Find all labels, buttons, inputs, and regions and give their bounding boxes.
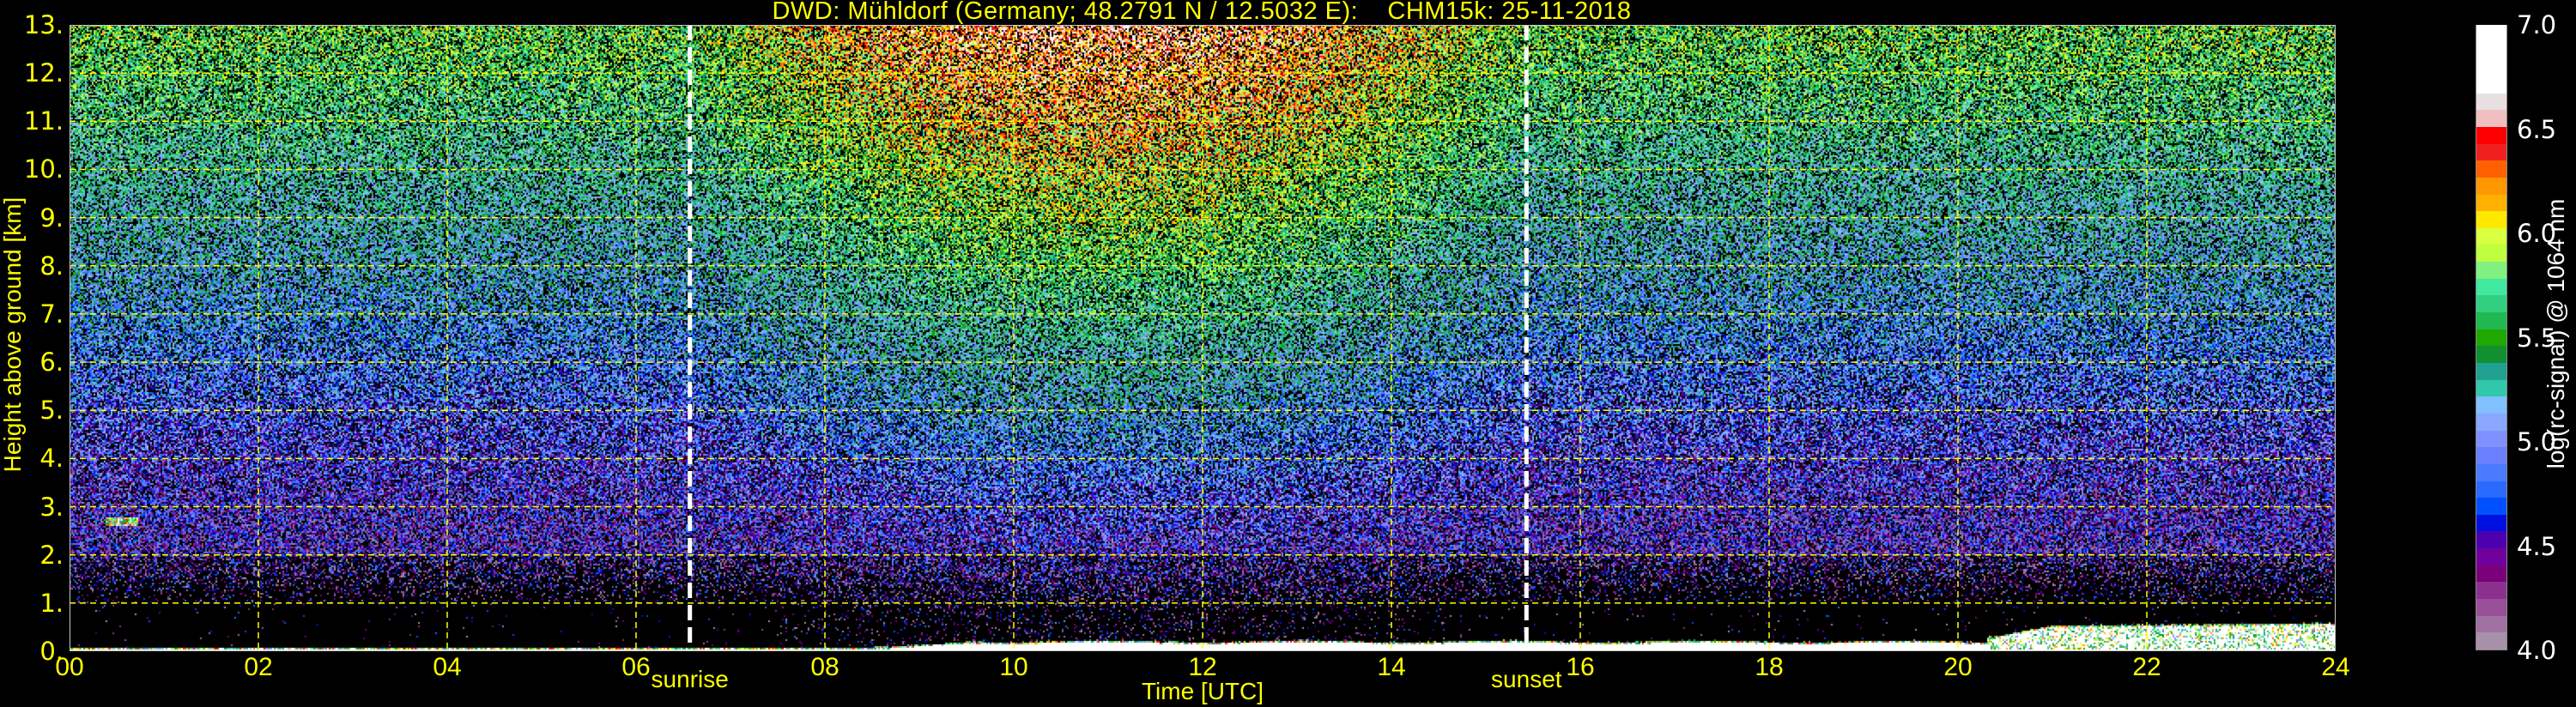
y-tick-label: 1. (39, 588, 64, 618)
x-tick-label: 18 (1755, 653, 1784, 681)
x-tick-label: 10 (999, 653, 1028, 681)
y-tick-label: 12. (23, 58, 64, 88)
colorbar-segment (2476, 462, 2506, 481)
colorbar-tick-label: 4.0 (2517, 636, 2557, 665)
colorbar-segment (2476, 293, 2506, 313)
annotation-sunset: sunset (1491, 666, 1562, 692)
colorbar-segment (2476, 193, 2506, 212)
x-tick-label: 20 (1943, 653, 1973, 681)
colorbar-segment (2476, 344, 2506, 363)
colorbar-segment (2476, 108, 2506, 127)
grid-overlay (70, 25, 2336, 651)
x-tick-label: 22 (2132, 653, 2161, 681)
x-tick-label: 02 (244, 653, 273, 681)
colorbar-segment (2476, 159, 2506, 178)
colorbar-segment (2476, 429, 2506, 448)
colorbar-segment (2476, 75, 2506, 94)
colorbar-segment (2476, 277, 2506, 296)
colorbar-segment (2476, 614, 2506, 633)
colorbar-segment (2476, 209, 2506, 228)
colorbar-segment (2476, 580, 2506, 600)
colorbar-segment (2476, 227, 2506, 245)
colorbar-segment (2476, 244, 2506, 263)
x-tick-label: 04 (433, 653, 462, 681)
colorbar-tick-label: 6.5 (2517, 114, 2557, 144)
x-tick-label: 14 (1377, 653, 1406, 681)
colorbar-segment (2476, 378, 2506, 397)
colorbar-label: log(rc-signal) @ 1064 nm (2543, 198, 2569, 469)
colorbar-segment (2476, 564, 2506, 583)
colorbar-segment (2476, 57, 2506, 76)
colorbar-segment (2476, 496, 2506, 515)
colorbar-segment (2476, 260, 2506, 279)
colorbar-segment (2476, 176, 2506, 195)
x-tick-label: 08 (810, 653, 839, 681)
colorbar-segment (2476, 631, 2506, 650)
colorbar-segment (2476, 311, 2506, 329)
colorbar-segment (2476, 547, 2506, 565)
colorbar-segment (2476, 480, 2506, 499)
colorbar-segment (2476, 142, 2506, 161)
y-axis-label: Height above ground [km] (0, 196, 26, 473)
colorbar-tick-label: 7.0 (2517, 10, 2557, 39)
colorbar-segment (2476, 24, 2506, 43)
y-tick-label: 11. (23, 106, 64, 136)
y-tick-label: 13. (23, 10, 64, 39)
colorbar-segment (2476, 125, 2506, 144)
colorbar-segment (2476, 328, 2506, 347)
x-tick-label: 24 (2321, 653, 2350, 681)
y-tick-label: 3. (39, 492, 64, 522)
x-tick-label: 00 (55, 653, 84, 681)
annotation-sunrise: sunrise (651, 666, 729, 692)
y-tick-label: 10. (23, 154, 64, 184)
colorbar-segment (2476, 92, 2506, 111)
plot-area (70, 25, 2336, 651)
colorbar-segment (2476, 597, 2506, 616)
colorbar (2476, 24, 2507, 650)
colorbar-segment (2476, 41, 2506, 60)
colorbar-segment (2476, 513, 2506, 532)
colorbar-segment (2476, 412, 2506, 431)
colorbar-tick-label: 4.5 (2517, 531, 2557, 561)
colorbar-segment (2476, 361, 2506, 380)
x-axis-label: Time [UTC] (1141, 678, 1264, 704)
y-tick-label: 2. (39, 540, 64, 570)
colorbar-segment (2476, 445, 2506, 464)
colorbar-segment (2476, 395, 2506, 414)
chart-title: DWD: Mühldorf (Germany; 48.2791 N / 12.5… (772, 0, 1632, 25)
colorbar-segment (2476, 530, 2506, 549)
